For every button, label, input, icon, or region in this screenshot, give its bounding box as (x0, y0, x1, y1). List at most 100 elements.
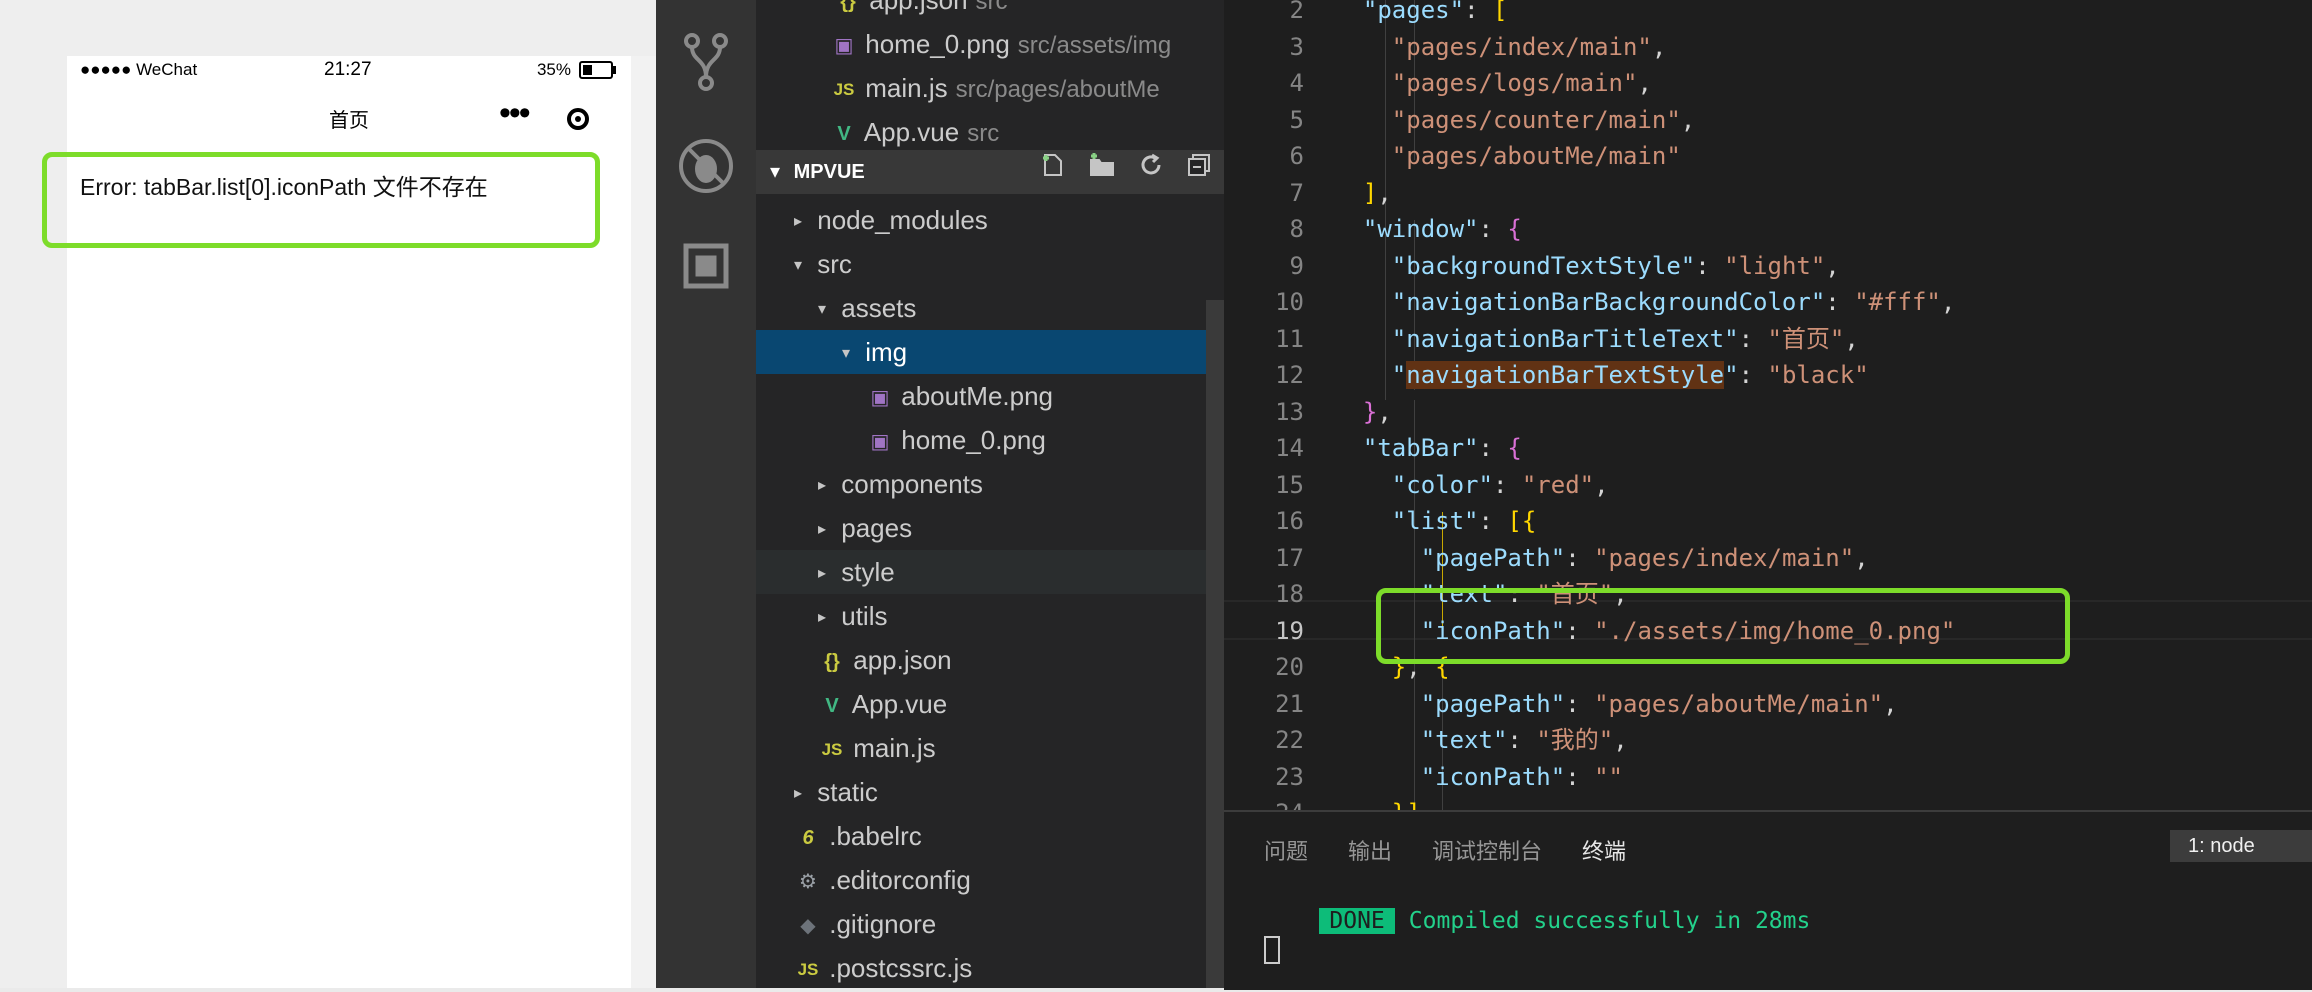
panel-tab[interactable]: 问题 (1264, 834, 1308, 866)
line-number: 21 (1275, 689, 1304, 718)
line-number: 13 (1275, 397, 1304, 426)
tree-item-label: app.json (853, 645, 952, 675)
more-menu-icon[interactable]: ••• (499, 96, 531, 130)
line-code: "pages/logs/main", (1391, 69, 1652, 97)
babel-file-icon: 6 (802, 827, 814, 850)
code-line[interactable]: 2 "pages": [ (1224, 0, 2312, 28)
line-number: 15 (1275, 470, 1304, 499)
code-line[interactable]: 8 "window": { (1224, 211, 2312, 247)
terminal-select[interactable]: 1: node (2170, 830, 2312, 862)
close-capsule-icon[interactable] (567, 108, 589, 130)
tree-item-label: style (841, 557, 895, 587)
tree-item-label: .postcssrc.js (829, 953, 973, 983)
code-line[interactable]: 15 "color": "red", (1224, 467, 2312, 503)
line-code: "tabBar": { (1362, 434, 1522, 462)
line-number: 11 (1275, 324, 1304, 353)
tree-file[interactable]: ⚙ .editorconfig (756, 858, 1224, 902)
code-line[interactable]: 17 "pagePath": "pages/index/main", (1224, 540, 2312, 576)
terminal-cursor[interactable] (1264, 936, 1280, 964)
line-code: "navigationBarTitleText": "首页", (1391, 324, 1859, 353)
open-editor-path: src/pages/aboutMe (955, 76, 1160, 103)
line-number: 10 (1275, 288, 1304, 316)
tree-file[interactable]: 6 .babelrc (756, 814, 1224, 858)
tree-file[interactable]: ◆ .gitignore (756, 902, 1224, 946)
tree-file[interactable]: {} app.json (756, 638, 1224, 682)
code-line[interactable]: 23 "iconPath": "" (1224, 759, 2312, 795)
tree-file[interactable]: V App.vue (756, 682, 1224, 726)
line-number: 23 (1275, 762, 1304, 791)
tree-folder[interactable]: ▸ utils (756, 594, 1224, 638)
refresh-icon[interactable] (1138, 150, 1164, 194)
tree-folder[interactable]: ▾ src (756, 242, 1224, 286)
tree-folder[interactable]: ▾ img (756, 330, 1224, 374)
code-line[interactable]: 10 "navigationBarBackgroundColor": "#fff… (1224, 284, 2312, 320)
code-line[interactable]: 6 "pages/aboutMe/main" (1224, 138, 2312, 174)
line-number: 9 (1289, 251, 1304, 280)
line-code: }, (1362, 397, 1392, 426)
panel-tab[interactable]: 输出 (1348, 834, 1392, 866)
tree-folder[interactable]: ▸ style (756, 550, 1224, 594)
code-line[interactable]: 22 "text": "我的", (1224, 722, 2312, 758)
battery-indicator: 35% (537, 60, 616, 80)
panel-tab[interactable]: 调试控制台 (1432, 834, 1542, 866)
code-line[interactable]: 14 "tabBar": { (1224, 430, 2312, 466)
open-editor-item[interactable]: V App.vue src (756, 110, 1224, 154)
tree-file[interactable]: JS main.js (756, 726, 1224, 770)
tree-item-label: aboutMe.png (901, 381, 1054, 411)
line-code: "pages/aboutMe/main" (1391, 142, 1681, 170)
tree-folder[interactable]: ▸ node_modules (756, 198, 1224, 242)
tree-item-label: node_modules (817, 205, 988, 235)
simulator-scrollbar[interactable] (631, 56, 656, 988)
open-editor-name: home_0.png (865, 29, 1010, 59)
code-line[interactable]: 21 "pagePath": "pages/aboutMe/main", (1224, 686, 2312, 722)
code-line[interactable]: 5 "pages/counter/main", (1224, 102, 2312, 138)
code-line[interactable]: 11 "navigationBarTitleText": "首页", (1224, 321, 2312, 357)
tree-file[interactable]: JS .postcssrc.js (756, 946, 1224, 990)
new-file-icon[interactable] (1040, 150, 1066, 194)
explorer-scrollbar[interactable] (1206, 300, 1224, 988)
tree-folder[interactable]: ▸ static (756, 770, 1224, 814)
tree-file[interactable]: ▣ home_0.png (756, 418, 1224, 462)
code-editor[interactable]: 2 "pages": [3 "pages/index/main", 4 "page… (1224, 0, 2312, 827)
open-editor-path: src/assets/img (1017, 32, 1172, 59)
tree-item-label: components (841, 469, 983, 499)
collapse-chevron-icon: ▾ (770, 161, 781, 183)
line-code: "pages/counter/main", (1391, 105, 1696, 134)
tree-file[interactable]: ▣ aboutMe.png (756, 374, 1224, 418)
debug-icon[interactable] (676, 136, 736, 196)
code-line[interactable]: 3 "pages/index/main", (1224, 29, 2312, 65)
tree-folder[interactable]: ▸ components (756, 462, 1224, 506)
battery-icon (579, 61, 616, 79)
js-file-icon: JS (797, 960, 819, 980)
png-file-icon: ▣ (834, 35, 854, 58)
code-line[interactable]: 7 ], (1224, 175, 2312, 211)
tree-item-label: src (817, 249, 852, 279)
git-icon: ◆ (800, 915, 816, 938)
new-folder-icon[interactable] (1088, 150, 1116, 194)
code-line[interactable]: 13 }, (1224, 394, 2312, 430)
code-line[interactable]: 12 "navigationBarTextStyle": "black" (1224, 357, 2312, 393)
explorer-section-header[interactable]: ▾ MPVUE (756, 150, 1224, 194)
line-code: "pagePath": "pages/aboutMe/main", (1420, 689, 1898, 718)
line-number: 8 (1289, 215, 1304, 243)
line-number: 3 (1289, 32, 1304, 61)
open-editor-item[interactable]: {} app.json src (756, 0, 1224, 22)
code-line[interactable]: 9 "backgroundTextStyle": "light", (1224, 248, 2312, 284)
collapse-all-icon[interactable] (1186, 150, 1212, 194)
code-line[interactable]: 16 "list": [{ (1224, 503, 2312, 539)
open-editor-item[interactable]: ▣ home_0.png src/assets/img (756, 22, 1224, 66)
chevron-right-icon: ▸ (818, 609, 827, 627)
tree-folder[interactable]: ▾ assets (756, 286, 1224, 330)
open-editor-item[interactable]: JS main.js src/pages/aboutMe (756, 66, 1224, 110)
tree-folder[interactable]: ▸ pages (756, 506, 1224, 550)
code-line[interactable]: 4 "pages/logs/main", (1224, 65, 2312, 101)
line-number: 16 (1275, 507, 1304, 535)
extensions-icon[interactable] (676, 236, 736, 296)
compile-message: Compiled successfully in 28ms (1408, 908, 1811, 934)
chevron-down-icon: ▾ (818, 301, 827, 319)
source-control-icon[interactable] (676, 32, 736, 92)
panel-tab[interactable]: 终端 (1582, 834, 1626, 866)
carrier-label: ●●●●● WeChat (80, 60, 198, 79)
status-bar: ●●●●● WeChat 21:27 35% (67, 56, 631, 84)
open-editor-path: src (975, 0, 1008, 15)
